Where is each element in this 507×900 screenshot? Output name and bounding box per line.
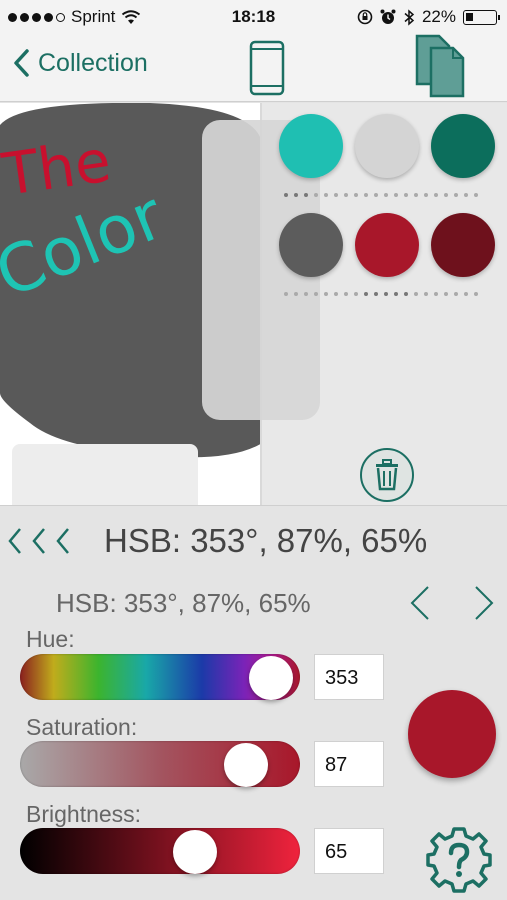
swatch-row-dots [284, 292, 478, 296]
chevron-right-icon [475, 586, 494, 620]
brightness-value-field[interactable]: 65 [314, 828, 384, 874]
brightness-slider[interactable] [20, 828, 300, 874]
brightness-slider-knob[interactable] [172, 830, 217, 874]
swatch-red[interactable] [355, 213, 419, 277]
chevron-left-icon [410, 586, 429, 620]
status-icons: 22% [357, 7, 500, 27]
swatch-teal[interactable] [279, 114, 343, 178]
hue-slider-knob[interactable] [249, 656, 294, 700]
delete-button[interactable] [360, 448, 414, 502]
phone-outline-icon [249, 40, 285, 96]
hue-value-field[interactable]: 353 [314, 654, 384, 700]
hsb-readout: HSB: 353°, 87%, 65% [104, 522, 428, 559]
back-button[interactable]: Collection [12, 48, 148, 78]
swatch-dark-gray[interactable] [279, 213, 343, 277]
bluetooth-icon [404, 8, 415, 26]
hsb-secondary-readout: HSB: 353°, 87%, 65% [56, 588, 311, 618]
swatch-dark-teal[interactable] [431, 114, 495, 178]
battery-icon [463, 9, 500, 25]
trash-icon [376, 459, 398, 491]
battery-percent: 22% [421, 7, 456, 26]
alarm-icon [380, 9, 396, 24]
saturation-label: Saturation: [26, 714, 138, 740]
previous-color-button[interactable] [406, 584, 432, 627]
hue-slider[interactable] [20, 654, 300, 700]
swatch-light-gray[interactable] [355, 114, 419, 178]
phone-preview-button[interactable] [249, 40, 285, 101]
chevron-left-icon [14, 49, 29, 77]
history-back-button[interactable] [6, 526, 78, 561]
status-bar: Sprint 18:18 22% [0, 0, 507, 34]
triple-chevron-left-icon [8, 528, 69, 554]
help-settings-button[interactable] [425, 826, 493, 899]
collection-pages-button[interactable] [413, 34, 469, 107]
saturation-slider[interactable] [20, 741, 300, 787]
lower-card [12, 444, 198, 506]
saturation-slider-knob[interactable] [223, 743, 268, 787]
back-button-label: Collection [38, 48, 148, 77]
navigation-bar: Collection [0, 34, 507, 102]
rotation-lock-icon [357, 9, 373, 25]
gear-question-icon [426, 827, 492, 893]
swatch-maroon[interactable] [431, 213, 495, 277]
brightness-label: Brightness: [26, 801, 142, 827]
divider [0, 505, 507, 506]
color-preview [408, 690, 496, 778]
hue-label: Hue: [26, 626, 75, 652]
saturation-value-field[interactable]: 87 [314, 741, 384, 787]
stacked-pages-icon [415, 34, 465, 98]
next-color-button[interactable] [472, 584, 498, 627]
swatch-row-dots [284, 193, 478, 197]
